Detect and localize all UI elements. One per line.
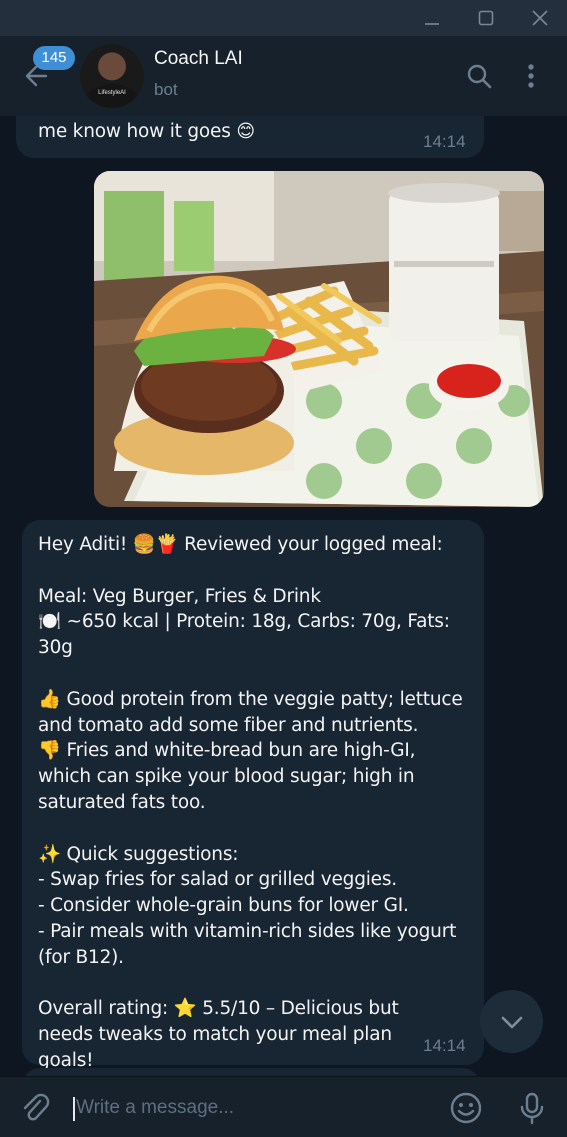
scroll-to-bottom-button[interactable]	[480, 990, 543, 1053]
message-composer	[0, 1076, 567, 1137]
minimize-icon[interactable]	[405, 0, 459, 36]
window-title-bar	[0, 0, 567, 36]
message-list[interactable]: me know how it goes 😊 14:14 Hey Aditi! 🍔…	[0, 116, 567, 1076]
reply-meal-line: Meal: Veg Burger, Fries & Drink	[38, 585, 321, 607]
chat-title[interactable]: Coach LAI	[154, 48, 243, 70]
chevron-down-icon	[501, 1016, 522, 1028]
maximize-icon[interactable]	[459, 0, 513, 36]
message-bubble-previous[interactable]: me know how it goes 😊 14:14	[16, 116, 484, 158]
avatar-logo-text: LifestyleAI	[98, 90, 126, 96]
search-icon[interactable]	[461, 58, 497, 94]
more-vertical-icon[interactable]	[513, 58, 549, 94]
microphone-icon[interactable]	[513, 1089, 551, 1127]
reply-suggestion-1: - Swap fries for salad or grilled veggie…	[38, 869, 397, 891]
message-body: Hey Aditi! 🍔🍟 Reviewed your logged meal:…	[38, 532, 470, 1074]
message-bubble-reply[interactable]: Hey Aditi! 🍔🍟 Reviewed your logged meal:…	[22, 520, 484, 1071]
paperclip-icon[interactable]	[16, 1089, 54, 1127]
reply-rating-line: Overall rating: ⭐ 5.5/10 – Delicious but…	[38, 998, 405, 1071]
avatar[interactable]: LifestyleAI	[80, 44, 144, 108]
message-input[interactable]	[76, 1093, 416, 1123]
reply-good-line: 👍 Good protein from the veggie patty; le…	[38, 688, 469, 736]
chat-header: 145 LifestyleAI Coach LAI bot	[0, 36, 567, 116]
message-text: me know how it goes 😊	[38, 119, 255, 145]
emoji-icon[interactable]	[447, 1089, 485, 1127]
message-text-content: me know how it goes	[38, 121, 231, 142]
meal-photo[interactable]	[94, 171, 544, 507]
chat-status: bot	[154, 80, 178, 99]
reply-bad-line: 👎 Fries and white-bread bun are high-GI,…	[38, 740, 422, 813]
reply-nutrition-line: 🍽️ ~650 kcal | Protein: 18g, Carbs: 70g,…	[38, 611, 456, 659]
close-icon[interactable]	[513, 0, 567, 36]
reply-suggestion-2: - Consider whole-grain buns for lower GI…	[38, 895, 409, 917]
avatar-shirt	[84, 84, 140, 108]
smile-emoji-icon: 😊	[236, 121, 255, 142]
reply-suggestions-title: ✨ Quick suggestions:	[38, 843, 239, 865]
text-caret	[73, 1097, 75, 1121]
message-bubble-next[interactable]	[22, 1068, 480, 1076]
message-time: 14:14	[423, 1036, 466, 1055]
reply-greeting: Hey Aditi! 🍔🍟 Reviewed your logged meal:	[38, 534, 443, 555]
reply-suggestion-3: - Pair meals with vitamin-rich sides lik…	[38, 920, 462, 968]
message-time: 14:14	[423, 132, 466, 151]
unread-count-badge[interactable]: 145	[33, 46, 75, 70]
